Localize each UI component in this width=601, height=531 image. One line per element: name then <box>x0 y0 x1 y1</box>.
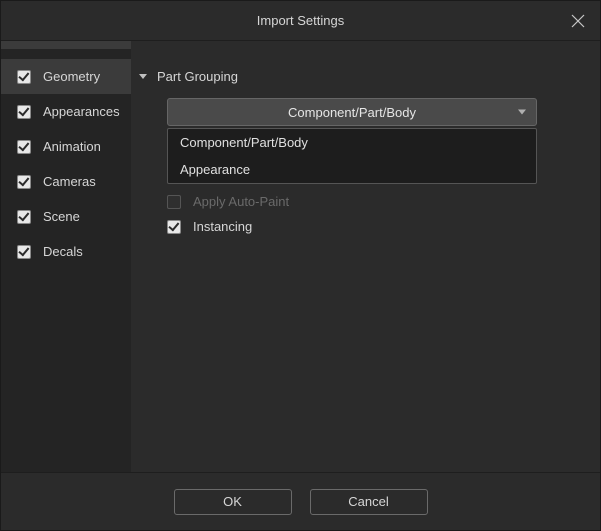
sidebar-label: Animation <box>43 139 101 154</box>
dialog-footer: OK Cancel <box>1 472 600 530</box>
sidebar-item-geometry[interactable]: Geometry <box>1 59 131 94</box>
content-panel: Part Grouping Component/Part/Body Compon… <box>131 49 600 472</box>
option-instancing[interactable]: Instancing <box>167 219 576 234</box>
dropdown-option-appearance[interactable]: Appearance <box>168 156 536 183</box>
dropdown-selected-text: Component/Part/Body <box>288 105 416 120</box>
sidebar-label: Scene <box>43 209 80 224</box>
checkbox-scene[interactable] <box>17 210 31 224</box>
chevron-down-icon <box>518 110 526 115</box>
dialog-title: Import Settings <box>257 13 344 28</box>
sidebar-item-appearances[interactable]: Appearances <box>1 94 131 129</box>
dialog-body: Geometry Appearances Animation Cameras S… <box>1 49 600 472</box>
close-button[interactable] <box>556 1 600 41</box>
part-grouping-dropdown-wrap: Component/Part/Body Component/Part/Body … <box>167 98 537 126</box>
title-bar: Import Settings <box>1 1 600 41</box>
instancing-label: Instancing <box>193 219 252 234</box>
checkbox-decals[interactable] <box>17 245 31 259</box>
close-icon <box>571 14 585 28</box>
ok-button[interactable]: OK <box>174 489 292 515</box>
import-settings-dialog: Import Settings Geometry Appearances Ani… <box>0 0 601 531</box>
chevron-down-icon <box>139 74 147 79</box>
checkbox-cameras[interactable] <box>17 175 31 189</box>
sidebar-label: Decals <box>43 244 83 259</box>
ok-label: OK <box>223 494 242 509</box>
checkbox-appearances[interactable] <box>17 105 31 119</box>
tab-strip-highlight <box>1 41 600 49</box>
dropdown-list: Component/Part/Body Appearance <box>167 128 537 184</box>
sidebar-label: Geometry <box>43 69 100 84</box>
checkbox-geometry[interactable] <box>17 70 31 84</box>
cancel-button[interactable]: Cancel <box>310 489 428 515</box>
checkbox-animation[interactable] <box>17 140 31 154</box>
sidebar-item-scene[interactable]: Scene <box>1 199 131 234</box>
sidebar: Geometry Appearances Animation Cameras S… <box>1 49 131 472</box>
sidebar-label: Cameras <box>43 174 96 189</box>
checkbox-instancing[interactable] <box>167 220 181 234</box>
cancel-label: Cancel <box>348 494 388 509</box>
checkbox-auto-paint <box>167 195 181 209</box>
sidebar-item-animation[interactable]: Animation <box>1 129 131 164</box>
sidebar-item-cameras[interactable]: Cameras <box>1 164 131 199</box>
section-title: Part Grouping <box>157 69 238 84</box>
section-header[interactable]: Part Grouping <box>139 69 576 84</box>
dropdown-option-component[interactable]: Component/Part/Body <box>168 129 536 156</box>
option-auto-paint: Apply Auto-Paint <box>167 194 576 209</box>
sidebar-item-decals[interactable]: Decals <box>1 234 131 269</box>
auto-paint-label: Apply Auto-Paint <box>193 194 289 209</box>
part-grouping-dropdown[interactable]: Component/Part/Body <box>167 98 537 126</box>
sidebar-label: Appearances <box>43 104 120 119</box>
